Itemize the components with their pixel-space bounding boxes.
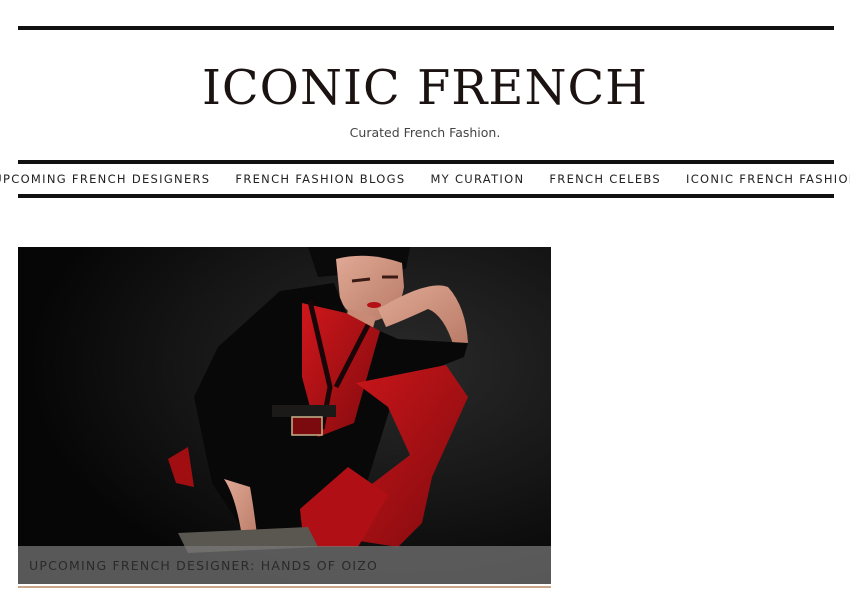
featured-post-caption-bar: UPCOMING FRENCH DESIGNER: HANDS OF OIZO	[18, 546, 551, 584]
header-top-rule	[18, 26, 834, 30]
nav-item-upcoming-french-designers[interactable]: UPCOMING FRENCH DESIGNERS	[0, 164, 223, 194]
site-tagline: Curated French Fashion.	[349, 125, 501, 140]
nav-item-my-curation[interactable]: MY CURATION	[418, 164, 537, 194]
featured-post-image	[18, 247, 551, 584]
nav-item-french-fashion-blogs[interactable]: FRENCH FASHION BLOGS	[223, 164, 418, 194]
featured-post-title[interactable]: UPCOMING FRENCH DESIGNER: HANDS OF OIZO	[29, 558, 378, 573]
site-title[interactable]: ICONIC FRENCH	[0, 56, 850, 120]
featured-post-card[interactable]: UPCOMING FRENCH DESIGNER: HANDS OF OIZO	[18, 247, 551, 584]
featured-post-accent-line	[18, 586, 551, 588]
nav-list: UPCOMING FRENCH DESIGNERS FRENCH FASHION…	[0, 164, 850, 194]
nav-item-iconic-french-fashion[interactable]: ICONIC FRENCH FASHION	[674, 164, 850, 194]
nav-item-french-celebs[interactable]: FRENCH CELEBS	[537, 164, 674, 194]
main-navigation: UPCOMING FRENCH DESIGNERS FRENCH FASHION…	[0, 160, 850, 198]
